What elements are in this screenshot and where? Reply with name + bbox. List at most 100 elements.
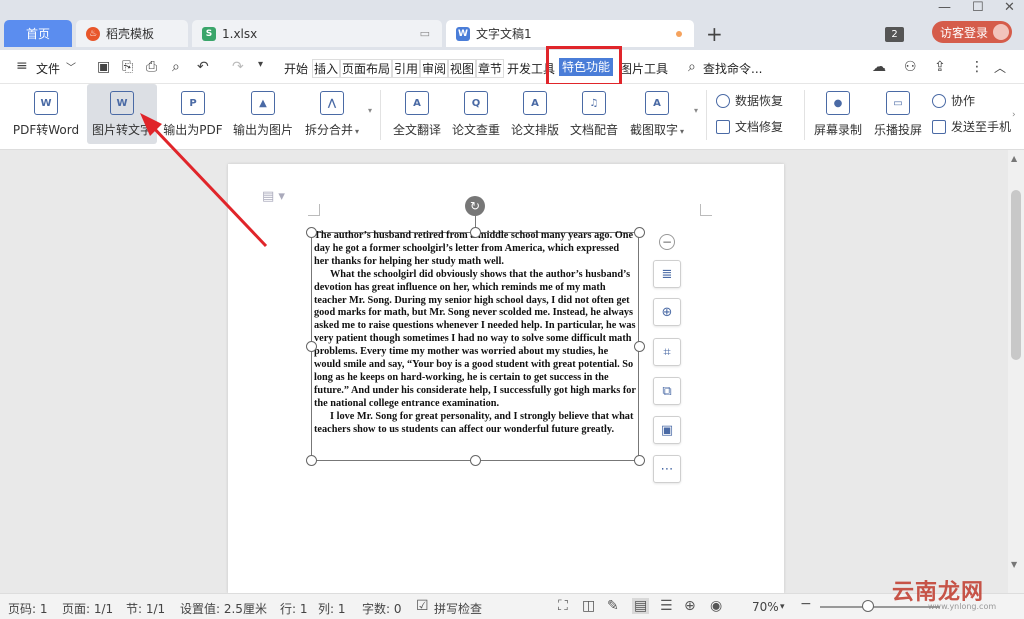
resize-handle-top-right[interactable] xyxy=(634,227,645,238)
section-info[interactable]: 节: 1/1 xyxy=(126,600,165,617)
rotate-icon[interactable]: ↻ xyxy=(465,196,485,216)
print-icon[interactable]: ⎙ xyxy=(146,59,157,75)
read-mode-icon[interactable]: ◫ xyxy=(582,598,595,614)
page-view-icon[interactable]: ▤ xyxy=(632,598,650,614)
menu-start[interactable]: 开始 xyxy=(284,60,308,77)
zoom-in-button[interactable]: ⊕ xyxy=(653,298,681,326)
search-icon[interactable]: ⌕ xyxy=(688,59,696,75)
chevron-down-icon[interactable]: ﹀ xyxy=(66,59,76,74)
ribbon-group-expand-icon[interactable]: ▾ xyxy=(368,106,372,115)
collaborate-button[interactable]: 协作 xyxy=(932,92,975,109)
screenshot-ocr-button[interactable]: A 截图取字 ▾ xyxy=(625,84,689,144)
scroll-up-icon[interactable]: ▲ xyxy=(1011,154,1017,163)
document-map-icon[interactable]: ▤ ▾ xyxy=(262,189,285,204)
web-view-icon[interactable]: ⊕ xyxy=(684,598,696,614)
undo-icon[interactable]: ↶ xyxy=(197,59,209,75)
image-to-text-float-button[interactable]: ⧉ xyxy=(653,377,681,405)
outline-view-icon[interactable]: ☰ xyxy=(660,598,673,614)
pdf-to-word-button[interactable]: W PDF转Word xyxy=(10,84,82,144)
replace-image-button[interactable]: ▣ xyxy=(653,416,681,444)
eye-protection-icon[interactable]: ◉ xyxy=(710,598,722,614)
format-painter-icon[interactable]: ⎘ xyxy=(122,59,133,75)
zoom-out-icon[interactable]: − xyxy=(800,596,812,612)
zoom-dropdown-icon[interactable]: ▾ xyxy=(780,602,785,612)
hamburger-menu-icon[interactable]: ≡ xyxy=(16,58,28,74)
image-to-text-button[interactable]: W 图片转文字 xyxy=(87,84,157,144)
tab-spreadsheet[interactable]: S 1.xlsx ▭ xyxy=(192,20,442,47)
paper-check-icon: Q xyxy=(464,91,488,115)
split-merge-icon: ⋀ xyxy=(320,91,344,115)
add-user-icon[interactable]: ⚇ xyxy=(904,59,917,75)
ribbon-group-expand-icon[interactable]: ▾ xyxy=(694,106,698,115)
resize-handle-top[interactable] xyxy=(470,227,481,238)
paper-check-button[interactable]: Q 论文查重 xyxy=(448,84,504,144)
document-repair-button[interactable]: 文档修复 xyxy=(716,118,783,135)
new-tab-button[interactable]: + xyxy=(706,22,723,46)
spell-check-icon[interactable]: ☑ xyxy=(416,598,429,614)
quick-access-dropdown-icon[interactable]: ▾ xyxy=(258,59,263,70)
document-dubbing-button[interactable]: ♫ 文档配音 xyxy=(566,84,622,144)
zoom-slider[interactable] xyxy=(820,606,940,608)
tab-daoke-templates[interactable]: ♨ 稻壳模板 xyxy=(76,20,188,47)
full-text-translate-button[interactable]: A 全文翻译 xyxy=(388,84,446,144)
close-icon[interactable]: ✕ xyxy=(1004,0,1015,15)
zoom-level[interactable]: 70% xyxy=(752,600,779,614)
tab-writer-document[interactable]: W 文字文稿1 xyxy=(446,20,694,47)
window-count-badge[interactable]: 2 xyxy=(885,27,904,42)
crop-button[interactable]: ⌗ xyxy=(653,338,681,366)
tab-home[interactable]: 首页 xyxy=(4,20,72,47)
word-count[interactable]: 字数: 0 xyxy=(362,600,402,617)
menu-page-layout[interactable]: 页面布局 xyxy=(340,59,393,78)
scrollbar-thumb[interactable] xyxy=(1011,190,1021,360)
microphone-icon: ♫ xyxy=(582,91,606,115)
vertical-scrollbar[interactable]: ▲ ▼ xyxy=(1008,150,1024,593)
data-recovery-button[interactable]: 数据恢复 xyxy=(716,92,783,109)
menu-picture-tools[interactable]: 图片工具 xyxy=(620,60,668,77)
guest-login-button[interactable]: 访客登录 xyxy=(932,21,1012,43)
resize-handle-left[interactable] xyxy=(306,341,317,352)
ribbon-scroll-right-icon[interactable]: › xyxy=(1012,110,1016,120)
file-menu[interactable]: 文件 xyxy=(36,60,60,77)
send-to-phone-button[interactable]: 发送至手机 xyxy=(932,118,1011,135)
export-image-button[interactable]: ▲ 输出为图片 xyxy=(230,84,296,144)
page-count[interactable]: 页面: 1/1 xyxy=(62,600,113,617)
scroll-down-icon[interactable]: ▼ xyxy=(1011,560,1017,569)
screen-record-button[interactable]: ● 屏幕录制 xyxy=(810,84,866,144)
maximize-icon[interactable]: ☐ xyxy=(972,0,984,15)
export-pdf-button[interactable]: P 输出为PDF xyxy=(160,84,226,144)
button-label: 屏幕录制 xyxy=(813,123,862,137)
command-search[interactable]: 查找命令... xyxy=(703,60,762,77)
resize-handle-bottom-right[interactable] xyxy=(634,455,645,466)
page-number[interactable]: 页码: 1 xyxy=(8,600,48,617)
minimize-icon[interactable]: — xyxy=(938,0,951,15)
screen-cast-button[interactable]: ▭ 乐播投屏 xyxy=(870,84,926,144)
zoom-slider-knob[interactable] xyxy=(862,600,874,612)
cloud-sync-icon[interactable]: ☁ xyxy=(872,59,886,75)
resize-handle-right[interactable] xyxy=(634,341,645,352)
setting-value[interactable]: 设置值: 2.5厘米 xyxy=(180,600,267,617)
menu-chapter[interactable]: 章节 xyxy=(476,59,505,78)
spell-check-button[interactable]: 拼写检查 xyxy=(434,600,482,617)
redo-icon[interactable]: ↷ xyxy=(232,59,244,75)
paper-format-button[interactable]: A 论文排版 xyxy=(507,84,563,144)
more-options-icon[interactable]: ⋮ xyxy=(970,59,984,75)
menu-references[interactable]: 引用 xyxy=(392,59,421,78)
collapse-ribbon-icon[interactable]: ︿ xyxy=(994,59,1006,76)
resize-handle-top-left[interactable] xyxy=(306,227,317,238)
text-wrap-button[interactable]: ≣ xyxy=(653,260,681,288)
tab-label: 文字文稿1 xyxy=(476,27,532,41)
menu-view[interactable]: 视图 xyxy=(448,59,477,78)
more-button[interactable]: ⋯ xyxy=(653,455,681,483)
fullscreen-icon[interactable]: ⛶ xyxy=(558,598,568,614)
save-icon[interactable]: ▣ xyxy=(97,59,110,75)
menu-insert[interactable]: 插入 xyxy=(312,59,341,78)
menu-review[interactable]: 审阅 xyxy=(420,59,449,78)
split-merge-button[interactable]: ⋀ 拆分合并 ▾ xyxy=(300,84,364,144)
print-preview-icon[interactable]: ⌕ xyxy=(172,59,180,75)
image-to-text-icon: ⧉ xyxy=(662,383,672,399)
edit-pen-icon[interactable]: ✎ xyxy=(607,598,619,614)
resize-handle-bottom[interactable] xyxy=(470,455,481,466)
collapse-icon[interactable]: − xyxy=(659,234,675,250)
share-icon[interactable]: ⇪ xyxy=(934,59,946,75)
resize-handle-bottom-left[interactable] xyxy=(306,455,317,466)
